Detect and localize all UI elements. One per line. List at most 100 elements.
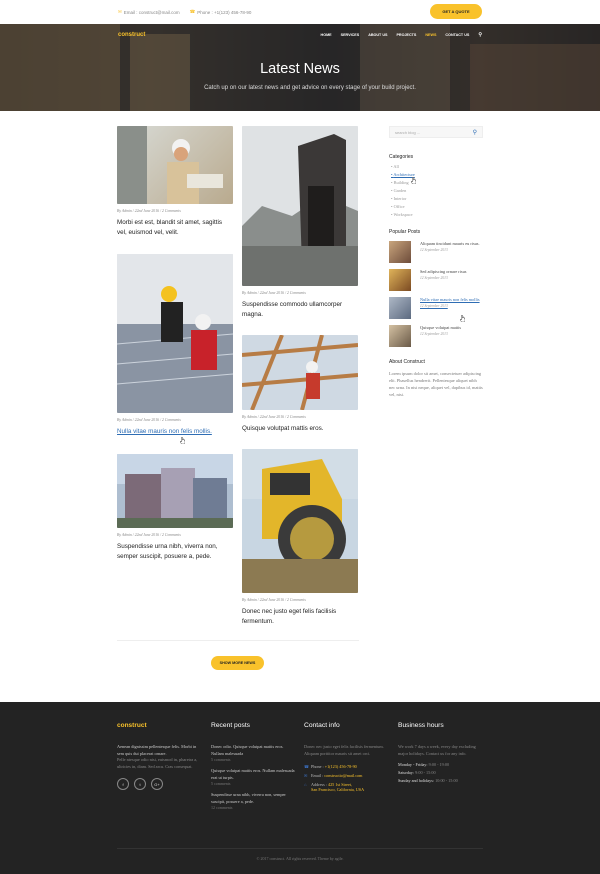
footer-brand-text-secondary: Pelle ntesque odio nisi, euismod in, pha… [117, 757, 198, 769]
hand-cursor-icon [180, 437, 185, 444]
mail-icon: ✉ [304, 773, 308, 778]
search-icon[interactable]: ⚲ [473, 129, 477, 136]
location-icon: ⌂ [304, 782, 307, 787]
post-title[interactable]: Donec nec justo eget felis facilisis fer… [242, 607, 358, 626]
topbar-phone-text: Phone : +1(123) 456-78-90 [197, 9, 252, 15]
recent-post-title[interactable]: Donec odio. Quisque volutpat mattis eros… [211, 744, 296, 757]
category-item[interactable]: • Workspace [389, 212, 483, 217]
solar-workers-photo [117, 254, 233, 413]
footer-contact-info: Contact info Donec nec justo eget felis … [304, 722, 389, 792]
category-item[interactable]: • Office [389, 204, 483, 209]
mail-icon: ✉ [118, 9, 122, 14]
post-image-solar[interactable] [117, 254, 233, 413]
post-image-engineer[interactable] [117, 126, 233, 204]
popular-post-title[interactable]: Nulla vitae mauris non felis mollis [420, 297, 480, 303]
contact-email: ✉ Email : constructio@mail.com [304, 773, 363, 778]
post-image-bulldozer[interactable] [242, 449, 358, 593]
show-more-news-button[interactable]: SHOW MORE NEWS [211, 656, 264, 670]
sidebar: search blog ... ⚲ Categories • All • Arc… [389, 126, 483, 398]
email-link[interactable]: constructio@mail.com [324, 773, 362, 778]
bulldozer-photo [242, 449, 358, 593]
copyright: © 2017 construct. All rights reserved. T… [256, 856, 344, 861]
post-meta: By Admin / 22nd June 2016 / 2 Comments [242, 291, 306, 295]
get-a-quote-button[interactable]: GET A QUOTE [430, 4, 482, 19]
hours-row: Saturday: 9:00 - 15:00 [398, 770, 436, 775]
recent-post-comments: 5 comments [211, 757, 231, 762]
post-meta: By Admin / 22nd June 2016 / 2 Comments [117, 533, 181, 537]
popular-post-title[interactable]: Aliquam tincidunt mauris eu risus. [420, 241, 480, 247]
categories-heading: Categories [389, 154, 414, 160]
contact-info-text: Donec nec justo eget felis facilisis fer… [304, 744, 384, 756]
popular-post[interactable]: Sed adipiscing ornare risus 12 September … [389, 269, 483, 291]
hours-row: Sunday and holidays: 10:00 - 15:00 [398, 778, 458, 783]
nav-item-contact-us[interactable]: CONTACT US [445, 33, 469, 37]
news-card: By Admin / 22nd June 2016 / 2 Comments N… [117, 254, 233, 437]
post-image-framing[interactable] [242, 335, 358, 410]
popular-post-title[interactable]: Quisque volutpat mattis [420, 325, 461, 331]
popular-post-title[interactable]: Sed adipiscing ornare risus [420, 269, 466, 275]
nav-item-services[interactable]: SERVICES [341, 33, 360, 37]
logo[interactable]: construct [118, 32, 145, 38]
business-hours-heading: Business hours [398, 722, 444, 729]
main-nav: construct HOME SERVICES ABOUT US PROJECT… [118, 24, 482, 46]
popular-post-thumb [389, 325, 411, 347]
nav-item-projects[interactable]: PROJECTS [396, 33, 416, 37]
search-icon[interactable]: ⚲ [478, 32, 482, 38]
news-card: By Admin / 22nd June 2016 / 2 Comments M… [117, 126, 233, 237]
recent-posts-heading: Recent posts [211, 722, 251, 729]
popular-post-date: 12 September 2013 [420, 331, 448, 336]
popular-post-date: 12 September 2013 [420, 247, 448, 252]
popular-post[interactable]: Quisque volutpat mattis 12 September 2013 [389, 325, 483, 347]
category-item[interactable]: • Architecture [389, 172, 483, 177]
hours-row: Monday - Friday: 9:00 - 19:00 [398, 762, 450, 767]
popular-posts-heading: Popular Posts [389, 229, 421, 235]
phone-link[interactable]: +1(123) 456-78-90 [325, 764, 357, 769]
google-plus-icon[interactable]: G+ [151, 778, 163, 790]
about-text: Lorem ipsum dolor sit amet, consectetuer… [389, 371, 483, 397]
category-item[interactable]: • Interior [389, 196, 483, 201]
nav-item-home[interactable]: HOME [321, 33, 332, 37]
category-item[interactable]: • Garden [389, 188, 483, 193]
category-item[interactable]: • All [389, 164, 483, 169]
footer-recent-posts: Recent posts Donec odio. Quisque volutpa… [211, 722, 296, 816]
post-meta: By Admin / 22nd June 2016 / 2 Comments [242, 415, 306, 419]
hand-cursor-icon [411, 177, 416, 184]
post-title[interactable]: Suspendisse urna nibh, viverra non, semp… [117, 542, 233, 561]
popular-post-thumb [389, 297, 411, 319]
twitter-icon[interactable]: t [134, 778, 146, 790]
engineer-photo [117, 126, 223, 204]
content-divider [117, 640, 359, 641]
recent-post-title[interactable]: Quisque volutpat mattis eros. Nullam mal… [211, 768, 296, 781]
post-meta: By Admin / 22nd June 2016 / 2 Comments [117, 209, 181, 213]
topbar-email[interactable]: ✉ Email : construct@mail.com [118, 9, 180, 15]
category-item[interactable]: • Building [389, 180, 483, 185]
page-title: Latest News [260, 61, 340, 77]
post-image-modern-house[interactable] [242, 126, 358, 286]
news-card: By Admin / 22nd June 2016 / 2 Comments D… [242, 449, 358, 626]
category-list: • All • Architecture • Building • Garden… [389, 164, 483, 217]
modern-house-photo [242, 126, 358, 286]
about-heading: About Construct [389, 359, 425, 365]
popular-post-date: 12 September 2013 [420, 303, 448, 308]
facebook-icon[interactable]: f [117, 778, 129, 790]
popular-post[interactable]: Aliquam tincidunt mauris eu risus. 12 Sep… [389, 241, 483, 263]
post-image-building[interactable] [117, 454, 233, 528]
post-title[interactable]: Quisque volutpat mattis eros. [242, 424, 358, 434]
post-title[interactable]: Nulla vitae mauris non felis mollis. [117, 427, 233, 437]
popular-post[interactable]: Nulla vitae mauris non felis mollis 12 Se… [389, 297, 483, 319]
nav-menu: HOME SERVICES ABOUT US PROJECTS NEWS CON… [321, 32, 482, 38]
building-photo [117, 454, 233, 528]
search-input[interactable]: search blog ... ⚲ [389, 126, 483, 138]
recent-post-comments: 12 comments [211, 805, 233, 810]
topbar-phone[interactable]: ☎ Phone : +1(123) 456-78-90 [190, 9, 252, 15]
contact-address: ⌂ Address : 425 1st Street, San Francisco,… [304, 782, 365, 792]
post-title[interactable]: Suspendisse commodo ullamcorper magna. [242, 300, 358, 319]
recent-post-title[interactable]: Suspendisse urna nibh, viverra non, semp… [211, 792, 296, 805]
post-title[interactable]: Morbi est est, blandit sit amet, sagitti… [117, 218, 233, 237]
footer-logo[interactable]: construct [117, 722, 202, 729]
footer-divider [117, 848, 483, 849]
nav-item-about-us[interactable]: ABOUT US [368, 33, 387, 37]
post-meta: By Admin / 22nd June 2016 / 2 Comments [242, 598, 306, 602]
nav-item-news[interactable]: NEWS [425, 33, 436, 37]
social-links: f t G+ [117, 778, 202, 790]
